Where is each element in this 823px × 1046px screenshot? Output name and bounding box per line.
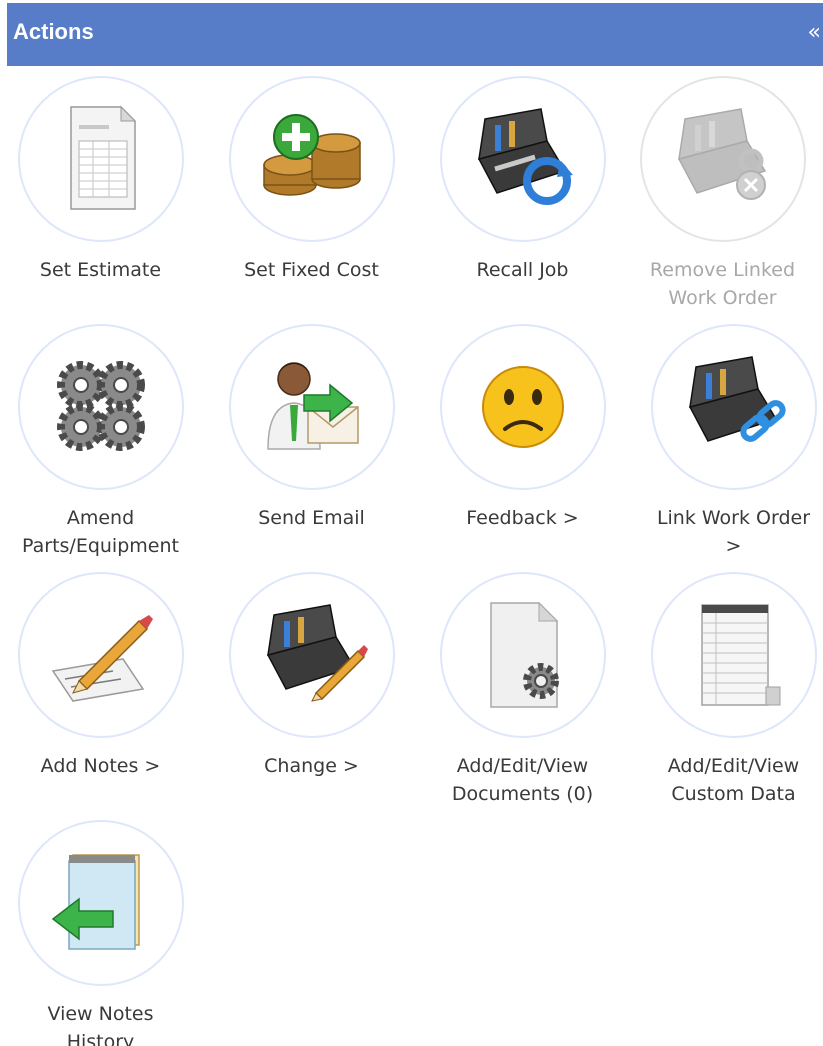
set-fixed-cost-button[interactable]: Set Fixed Cost: [206, 76, 417, 284]
action-label: Add/Edit/View Custom Data: [667, 755, 800, 805]
action-circle: [650, 324, 817, 490]
action-circle: [17, 76, 184, 242]
action-label: View Notes History: [47, 1003, 154, 1046]
action-circle: [17, 820, 184, 986]
action-circle: [439, 324, 606, 490]
recall-job-button[interactable]: Recall Job: [417, 76, 628, 284]
action-label: Recall Job: [476, 259, 569, 281]
send-email-button[interactable]: Send Email: [206, 324, 417, 532]
spreadsheet-document-icon: [69, 105, 136, 210]
remove-linked-work-order-button: Remove Linked Work Order: [617, 76, 823, 312]
pencil-paper-icon: [51, 615, 153, 702]
actions-panel: Actions « Set Estimate Set Fixed Cost Re…: [0, 0, 823, 1046]
action-circle: [439, 76, 606, 242]
action-circle: [639, 76, 806, 242]
action-label: Change >: [264, 755, 359, 777]
action-label: Amend Parts/Equipment: [22, 507, 179, 557]
add-notes-button[interactable]: Add Notes >: [0, 572, 206, 780]
coins-add-icon: [262, 114, 361, 196]
action-label: Feedback >: [466, 507, 579, 529]
action-circle: [228, 572, 395, 738]
set-estimate-button[interactable]: Set Estimate: [0, 76, 206, 284]
action-circle: [650, 572, 817, 738]
action-circle: [17, 324, 184, 490]
person-send-mail-icon: [266, 362, 359, 450]
action-label: Remove Linked Work Order: [649, 259, 796, 309]
actions-grid: Set Estimate Set Fixed Cost Recall Job R…: [0, 0, 823, 1046]
action-label: Link Work Order >: [656, 507, 811, 557]
action-label: Add Notes >: [40, 755, 161, 777]
notepad-back-arrow-icon: [51, 854, 140, 950]
action-circle: [17, 572, 184, 738]
action-label: Set Estimate: [39, 259, 162, 281]
action-circle: [228, 76, 395, 242]
view-notes-history-button[interactable]: View Notes History: [0, 820, 206, 1046]
toolbox-unlink-icon: [677, 108, 766, 200]
change-button[interactable]: Change >: [206, 572, 417, 780]
link-work-order-button[interactable]: Link Work Order >: [628, 324, 823, 560]
toolbox-link-icon: [688, 356, 786, 442]
feedback-button[interactable]: Feedback >: [417, 324, 628, 532]
add-edit-view-documents-button[interactable]: Add/Edit/View Documents (0): [417, 572, 628, 808]
amend-parts-equipment-button[interactable]: Amend Parts/Equipment: [0, 324, 206, 560]
action-circle: [228, 324, 395, 490]
toolbox-pencil-icon: [266, 604, 368, 702]
document-gear-icon: [489, 601, 559, 708]
action-circle: [439, 572, 606, 738]
action-label: Add/Edit/View Documents (0): [451, 755, 594, 805]
sad-face-icon: [481, 366, 564, 448]
action-label: Send Email: [258, 507, 365, 529]
gears-icon: [56, 361, 145, 451]
action-label: Set Fixed Cost: [244, 259, 379, 281]
add-edit-view-custom-data-button[interactable]: Add/Edit/View Custom Data: [628, 572, 823, 808]
data-sheet-icon: [700, 604, 780, 706]
toolbox-refresh-icon: [477, 108, 573, 205]
